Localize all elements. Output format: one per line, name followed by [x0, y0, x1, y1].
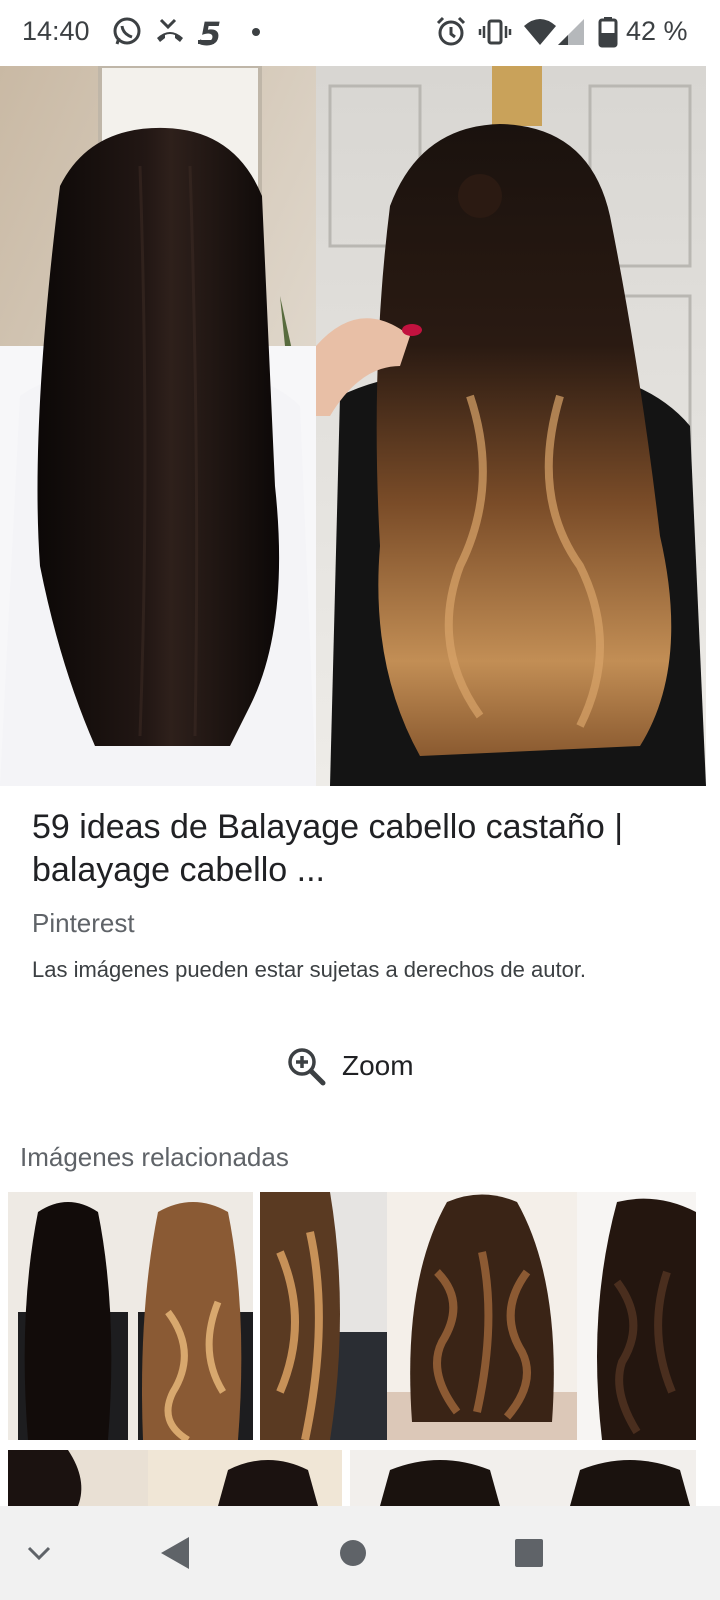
result-title[interactable]: 59 ideas de Balayage cabello castaño | b…	[32, 806, 692, 892]
zoom-button[interactable]: Zoom	[286, 1040, 414, 1092]
zoom-in-icon	[286, 1046, 326, 1086]
back-icon[interactable]	[145, 1523, 205, 1583]
wifi-icon	[522, 14, 558, 50]
zoom-label: Zoom	[342, 1050, 414, 1081]
related-image-thumbnail[interactable]	[8, 1450, 342, 1506]
navigation-bar	[0, 1506, 720, 1600]
dot-icon	[240, 14, 274, 50]
related-image-thumbnail[interactable]	[387, 1192, 577, 1440]
related-image-thumbnail[interactable]	[577, 1192, 696, 1440]
signal-icon	[556, 14, 588, 50]
home-icon[interactable]	[323, 1523, 383, 1583]
battery-icon	[596, 14, 620, 50]
recents-icon[interactable]	[499, 1523, 559, 1583]
result-source[interactable]: Pinterest	[32, 908, 135, 939]
whatsapp-icon	[110, 14, 144, 50]
related-images-heading: Imágenes relacionadas	[20, 1142, 289, 1172]
hero-image[interactable]	[0, 66, 706, 786]
chevron-down-icon[interactable]	[9, 1523, 69, 1583]
related-image-thumbnail[interactable]	[260, 1192, 387, 1440]
missed-call-icon	[153, 14, 187, 50]
channel-5-icon: 5	[196, 14, 230, 50]
copyright-note: Las imágenes pueden estar sujetas a dere…	[32, 957, 587, 982]
related-image-thumbnail[interactable]	[350, 1450, 696, 1506]
status-bar: 14:40 5 42 %	[0, 0, 720, 66]
vibrate-icon	[478, 14, 512, 50]
status-time: 14:40	[22, 16, 90, 46]
battery-percentage: 42 %	[626, 16, 688, 46]
svg-text:5: 5	[199, 15, 221, 50]
related-image-thumbnail[interactable]	[8, 1192, 253, 1440]
alarm-icon	[434, 14, 468, 50]
